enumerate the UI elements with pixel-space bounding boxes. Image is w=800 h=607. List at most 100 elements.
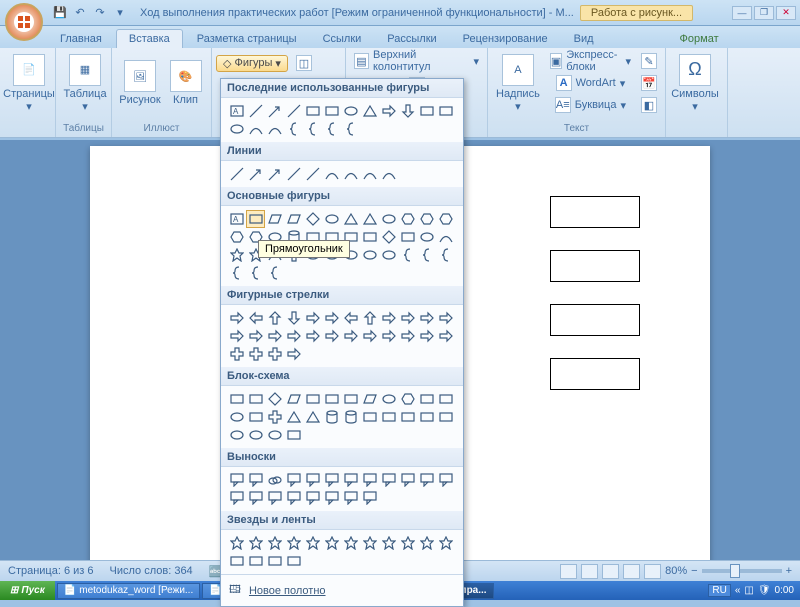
shape-option[interactable]: [322, 165, 341, 183]
shape-option[interactable]: [398, 309, 417, 327]
shape-option[interactable]: [227, 471, 246, 489]
shape-option[interactable]: [246, 210, 265, 228]
shape-option[interactable]: [398, 210, 417, 228]
wordart-button[interactable]: AWordArt ▾: [546, 72, 635, 94]
draft-view-button[interactable]: [644, 564, 661, 579]
print-layout-view-button[interactable]: [560, 564, 577, 579]
tab-insert[interactable]: Вставка: [116, 29, 183, 48]
shape-option[interactable]: [246, 102, 265, 120]
signature-button[interactable]: ✎: [637, 50, 661, 72]
object-button[interactable]: ◧: [637, 94, 661, 116]
shape-option[interactable]: [436, 246, 455, 264]
shape-option[interactable]: A: [227, 210, 246, 228]
shape-option[interactable]: [227, 390, 246, 408]
pages-button[interactable]: 📄Страницы▾: [4, 50, 54, 116]
shape-option[interactable]: [417, 309, 436, 327]
zoom-in-button[interactable]: +: [786, 565, 792, 577]
shape-option[interactable]: [303, 165, 322, 183]
shape-option[interactable]: [284, 120, 303, 138]
shape-option[interactable]: [265, 408, 284, 426]
header-button[interactable]: ▤Верхний колонтитул ▾: [350, 50, 483, 72]
shape-option[interactable]: [360, 102, 379, 120]
shape-option[interactable]: [379, 246, 398, 264]
shape-option[interactable]: [265, 552, 284, 570]
shape-option[interactable]: [284, 102, 303, 120]
undo-icon[interactable]: ↶: [72, 5, 88, 21]
shape-option[interactable]: [284, 165, 303, 183]
shape-option[interactable]: [322, 102, 341, 120]
office-button[interactable]: [5, 3, 43, 41]
shape-option[interactable]: [227, 246, 246, 264]
shape-option[interactable]: [379, 390, 398, 408]
zoom-slider[interactable]: [702, 569, 782, 573]
shape-option[interactable]: [265, 120, 284, 138]
drawn-rectangle[interactable]: [550, 358, 640, 390]
smartart-button[interactable]: ◫: [292, 52, 316, 74]
shape-option[interactable]: [284, 471, 303, 489]
shape-option[interactable]: [436, 390, 455, 408]
shape-option[interactable]: [227, 345, 246, 363]
tab-references[interactable]: Ссылки: [311, 30, 374, 48]
shape-option[interactable]: [360, 210, 379, 228]
shape-option[interactable]: [303, 471, 322, 489]
drawn-rectangle[interactable]: [550, 250, 640, 282]
save-icon[interactable]: 💾: [52, 5, 68, 21]
shape-option[interactable]: [227, 309, 246, 327]
dropcap-button[interactable]: A≡Буквица ▾: [546, 94, 635, 116]
shape-option[interactable]: [246, 264, 265, 282]
shape-option[interactable]: [227, 228, 246, 246]
shape-option[interactable]: [398, 246, 417, 264]
shape-option[interactable]: [322, 210, 341, 228]
tray-icon[interactable]: 🛡: [758, 585, 771, 596]
word-count[interactable]: Число слов: 364: [110, 565, 193, 577]
shape-option[interactable]: [303, 327, 322, 345]
shape-option[interactable]: [284, 390, 303, 408]
shape-option[interactable]: [322, 327, 341, 345]
shape-option[interactable]: [265, 264, 284, 282]
shape-option[interactable]: [436, 309, 455, 327]
shape-option[interactable]: [341, 534, 360, 552]
shape-option[interactable]: [417, 390, 436, 408]
shape-option[interactable]: [417, 471, 436, 489]
qat-dropdown-icon[interactable]: ▾: [112, 5, 128, 21]
shape-option[interactable]: [379, 210, 398, 228]
shape-option[interactable]: [303, 534, 322, 552]
shape-option[interactable]: [284, 408, 303, 426]
shape-option[interactable]: [398, 228, 417, 246]
shape-option[interactable]: [417, 327, 436, 345]
shape-option[interactable]: [341, 408, 360, 426]
shape-option[interactable]: [246, 489, 265, 507]
shape-option[interactable]: [303, 102, 322, 120]
shape-option[interactable]: [360, 489, 379, 507]
tab-review[interactable]: Рецензирование: [451, 30, 560, 48]
shape-option[interactable]: [322, 120, 341, 138]
minimize-button[interactable]: —: [732, 6, 752, 20]
shape-option[interactable]: [284, 345, 303, 363]
shape-option[interactable]: [227, 552, 246, 570]
shape-option[interactable]: [284, 210, 303, 228]
shape-option[interactable]: [417, 102, 436, 120]
redo-icon[interactable]: ↷: [92, 5, 108, 21]
start-button[interactable]: ⊞Пуск: [0, 581, 55, 600]
shape-option[interactable]: [265, 534, 284, 552]
shape-option[interactable]: [379, 327, 398, 345]
textbox-button[interactable]: AНадпись▾: [492, 50, 544, 116]
new-canvas-button[interactable]: 🖽 Новое полотно: [221, 574, 463, 606]
shape-option[interactable]: [360, 390, 379, 408]
shape-option[interactable]: [284, 426, 303, 444]
shape-option[interactable]: [246, 120, 265, 138]
shape-option[interactable]: [341, 327, 360, 345]
shape-option[interactable]: [246, 408, 265, 426]
drawn-rectangle[interactable]: [550, 196, 640, 228]
shape-option[interactable]: [265, 327, 284, 345]
shape-option[interactable]: [246, 345, 265, 363]
shape-option[interactable]: [227, 327, 246, 345]
shape-option[interactable]: [284, 534, 303, 552]
shape-option[interactable]: [322, 390, 341, 408]
shape-option[interactable]: [398, 390, 417, 408]
web-view-button[interactable]: [602, 564, 619, 579]
picture-tools-tab[interactable]: Работа с рисунк...: [580, 5, 693, 21]
shape-option[interactable]: [246, 327, 265, 345]
shape-option[interactable]: [360, 228, 379, 246]
shape-option[interactable]: [265, 102, 284, 120]
